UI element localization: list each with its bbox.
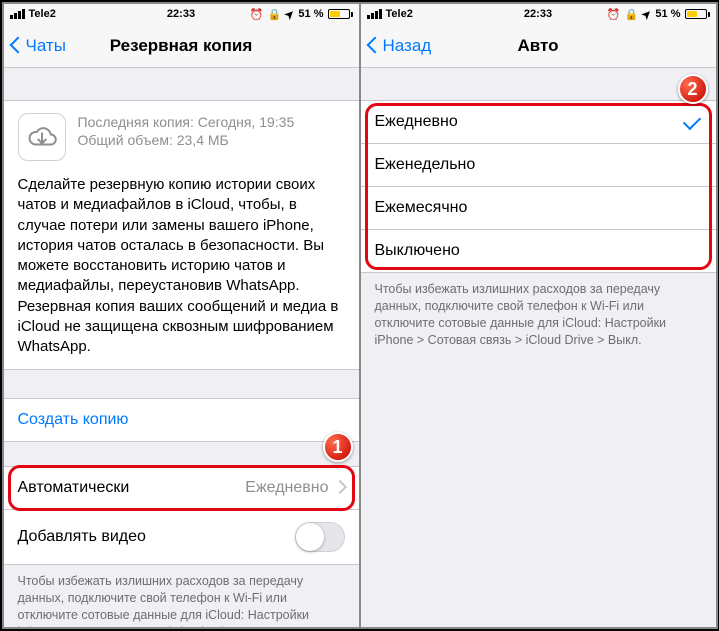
content: Последняя копия: Сегодня, 19:35 Общий об… [4, 68, 359, 627]
nav-bar: Назад Авто [361, 24, 716, 68]
auto-row[interactable]: Автоматически Ежедневно [4, 467, 359, 509]
screen-backup: Tele2 22:33 51 % Чаты Резервная копия [4, 4, 359, 627]
include-video-row: Добавлять видео [4, 510, 359, 564]
signal-icon [367, 9, 382, 19]
option-label: Еженедельно [375, 156, 476, 174]
checkmark-icon [684, 113, 702, 131]
auto-label: Автоматически [18, 479, 130, 497]
signal-icon [10, 9, 25, 19]
create-backup-group: Создать копию [4, 398, 359, 442]
option-label: Выключено [375, 242, 460, 260]
back-button[interactable]: Назад [361, 36, 432, 56]
chevron-right-icon [335, 479, 345, 497]
chevron-left-icon [8, 36, 26, 56]
cloud-icon [18, 113, 66, 161]
option-label: Ежедневно [375, 113, 458, 131]
battery-icon [685, 9, 710, 19]
page-title: Авто [518, 36, 559, 56]
backup-info-block: Последняя копия: Сегодня, 19:35 Общий об… [4, 100, 359, 370]
battery-pct: 51 % [655, 8, 680, 20]
location-icon [285, 8, 294, 21]
include-video-label: Добавлять видео [18, 528, 146, 546]
page-title: Резервная копия [110, 36, 253, 56]
nav-bar: Чаты Резервная копия [4, 24, 359, 68]
status-bar: Tele2 22:33 51 % [4, 4, 359, 24]
back-label: Чаты [26, 36, 66, 56]
lock-icon [625, 8, 639, 21]
status-bar: Tele2 22:33 51 % [361, 4, 716, 24]
alarm-icon [250, 8, 264, 21]
backup-size-line: Общий объем: 23,4 МБ [78, 131, 295, 149]
location-icon [642, 8, 651, 21]
create-backup-label: Создать копию [18, 411, 129, 429]
footer-note: Чтобы избежать излишних расходов за пере… [4, 565, 359, 627]
last-backup-line: Последняя копия: Сегодня, 19:35 [78, 113, 295, 131]
battery-pct: 51 % [298, 8, 323, 20]
auto-row-group: Автоматически Ежедневно [4, 466, 359, 510]
battery-icon [328, 9, 353, 19]
step-badge-2: 2 [678, 74, 708, 104]
chevron-left-icon [365, 36, 383, 56]
include-video-switch[interactable] [295, 522, 345, 552]
auto-value: Ежедневно [245, 479, 328, 497]
back-button[interactable]: Чаты [4, 36, 66, 56]
step-badge-1: 1 [323, 432, 353, 462]
footer-note: Чтобы избежать излишних расходов за пере… [361, 273, 716, 357]
screen-auto: Tele2 22:33 51 % Назад Авто 2 [361, 4, 716, 627]
backup-description: Сделайте резервную копию истории своих ч… [18, 175, 345, 357]
carrier-label: Tele2 [29, 8, 56, 20]
carrier-label: Tele2 [386, 8, 413, 20]
option-daily[interactable]: Ежедневно [361, 101, 716, 144]
alarm-icon [607, 8, 621, 21]
option-off[interactable]: Выключено [361, 230, 716, 272]
status-time: 22:33 [524, 8, 552, 20]
frequency-options: Ежедневно Еженедельно Ежемесячно Выключе… [361, 100, 716, 273]
back-label: Назад [383, 36, 432, 56]
option-monthly[interactable]: Ежемесячно [361, 187, 716, 230]
create-backup-button[interactable]: Создать копию [4, 399, 359, 441]
option-weekly[interactable]: Еженедельно [361, 144, 716, 187]
content: 2 Ежедневно Еженедельно Ежемесячно Выклю… [361, 68, 716, 627]
option-label: Ежемесячно [375, 199, 468, 217]
lock-icon [268, 8, 282, 21]
status-time: 22:33 [167, 8, 195, 20]
include-video-group: Добавлять видео [4, 510, 359, 565]
